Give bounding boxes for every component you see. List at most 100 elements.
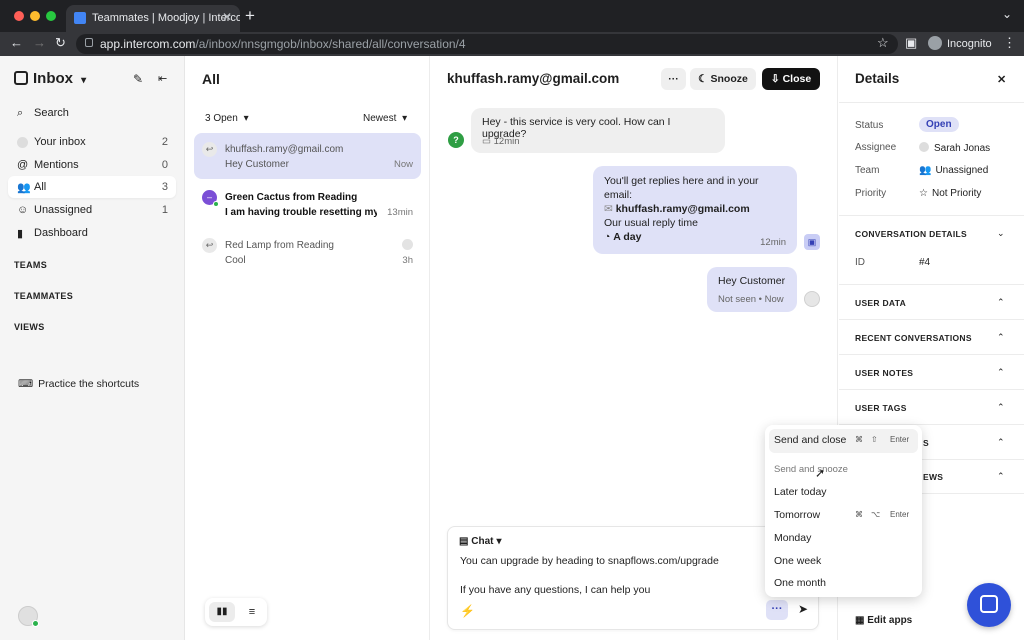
- incognito-indicator[interactable]: Incognito: [928, 36, 992, 50]
- sidebar-item-count: 0: [161, 159, 168, 171]
- browser-tab[interactable]: Teammates | Moodjoy | Intercom ✕: [66, 5, 240, 32]
- chevron-up-icon[interactable]: ⌃: [997, 297, 1005, 308]
- back-arrow-icon[interactable]: ←: [10, 35, 23, 50]
- user-notes-header[interactable]: USER NOTES: [855, 368, 913, 378]
- window-maximize-button[interactable]: [46, 11, 56, 21]
- user-avatar[interactable]: [18, 606, 39, 627]
- browser-menu-icon[interactable]: ⋮: [1003, 35, 1016, 51]
- snooze-option-one-week[interactable]: One week: [774, 555, 821, 567]
- sidebar-item-all[interactable]: 👥 All 3: [8, 176, 176, 198]
- inbox-switcher[interactable]: Inbox ▾: [14, 70, 86, 87]
- send-and-close-option[interactable]: Send and close: [774, 434, 846, 446]
- browser-tab-bar: Teammates | Moodjoy | Intercom ✕ + ⌄: [0, 0, 1024, 32]
- close-tray-icon: ⇩: [770, 73, 783, 85]
- snooze-option-tomorrow[interactable]: Tomorrow: [774, 509, 820, 521]
- list-item[interactable]: ↩ khuffash.ramy@gmail.com Hey Customer N…: [194, 133, 421, 179]
- practice-shortcuts-link[interactable]: ⌨ Practice the shortcuts: [18, 378, 139, 390]
- snooze-option-monday[interactable]: Monday: [774, 532, 811, 544]
- priority-value[interactable]: ☆ Not Priority: [919, 188, 981, 199]
- sidebar-section-views[interactable]: VIEWS: [14, 322, 45, 332]
- reply-composer[interactable]: ▤ Chat ▾ You can upgrade by heading to sn…: [447, 526, 819, 630]
- close-icon[interactable]: ✕: [997, 73, 1006, 86]
- list-view-icon[interactable]: ≡: [241, 602, 263, 622]
- chevron-up-icon[interactable]: ⌃: [997, 402, 1005, 413]
- new-tab-icon[interactable]: +: [245, 6, 255, 26]
- sidebar-section-teams[interactable]: TEAMS: [14, 260, 47, 270]
- sidebar-item-unassigned[interactable]: ☺ Unassigned 1: [8, 199, 176, 221]
- reply-icon: ↩: [202, 142, 217, 157]
- customer-avatar[interactable]: ?: [448, 132, 464, 148]
- snooze-button[interactable]: ☾ Snooze: [690, 68, 756, 90]
- sidebar-section-teammates[interactable]: TEAMMATES: [14, 291, 73, 301]
- intercom-app: Inbox ▾ ✎ ⇤ ⌕ Search Your inbox 2 @ Ment…: [0, 56, 1024, 640]
- tab-menu-chevron-icon[interactable]: ⌄: [1002, 7, 1012, 21]
- lightning-icon[interactable]: ⚡: [460, 604, 475, 618]
- list-item[interactable]: ↩ Red Lamp from Reading Cool 3h: [194, 229, 421, 275]
- messenger-launcher-button[interactable]: [967, 583, 1011, 627]
- url-path: /a/inbox/nnsgmgob/inbox/shared/all/conve…: [195, 37, 466, 51]
- sidebar-item-label: Unassigned: [34, 204, 93, 216]
- conversation-details-header[interactable]: CONVERSATION DETAILS: [855, 229, 967, 239]
- chevron-up-icon[interactable]: ⌃: [997, 367, 1005, 378]
- conversation-name: khuffash.ramy@gmail.com: [225, 144, 344, 155]
- list-item[interactable]: – Green Cactus from Reading I am having …: [194, 181, 421, 227]
- sidebar-item-mentions[interactable]: @ Mentions 0: [8, 154, 176, 176]
- send-options-button[interactable]: ···: [766, 600, 788, 620]
- split-view-icon[interactable]: ▮▮: [209, 602, 235, 622]
- more-options-button[interactable]: ···: [661, 68, 686, 90]
- sidebar-item-dashboard[interactable]: ▮ Dashboard: [8, 222, 176, 244]
- incognito-icon: [928, 36, 942, 50]
- forward-arrow-icon[interactable]: →: [33, 35, 46, 50]
- message-email-value: khuffash.ramy@gmail.com: [615, 203, 750, 215]
- chevron-up-icon[interactable]: ⌃: [997, 471, 1005, 482]
- status-label: Status: [855, 120, 884, 131]
- divider: [839, 319, 1024, 320]
- partial-section-header[interactable]: EWS: [923, 472, 943, 482]
- sidebar-item-your-inbox[interactable]: Your inbox 2: [8, 131, 176, 153]
- mouse-cursor-icon: ➚: [815, 466, 826, 480]
- message-meta: Not seen • Now: [718, 294, 784, 305]
- online-status-icon: [32, 620, 39, 627]
- sidebar-item-search[interactable]: ⌕ Search: [8, 102, 176, 124]
- sort-dropdown[interactable]: Newest ▾: [363, 113, 407, 124]
- people-icon: 👥: [919, 165, 932, 176]
- chevron-up-icon[interactable]: ⌃: [997, 332, 1005, 343]
- window-minimize-button[interactable]: [30, 11, 40, 21]
- inbox-sidebar: Inbox ▾ ✎ ⇤ ⌕ Search Your inbox 2 @ Ment…: [0, 56, 185, 640]
- snooze-option-later-today[interactable]: Later today: [774, 486, 827, 498]
- moon-icon: ☾: [698, 73, 711, 85]
- teammate-avatar[interactable]: [804, 291, 820, 307]
- reload-icon[interactable]: ↻: [55, 35, 66, 51]
- composer-line[interactable]: You can upgrade by heading to snapflows.…: [460, 555, 719, 567]
- send-icon[interactable]: ➤: [798, 602, 808, 616]
- conversation-preview: Cool: [225, 255, 246, 266]
- snooze-option-one-month[interactable]: One month: [774, 577, 826, 589]
- assignee-value[interactable]: Sarah Jonas: [919, 142, 990, 154]
- bookmark-star-icon[interactable]: ☆: [877, 35, 889, 51]
- close-label: Close: [782, 73, 812, 85]
- sidebar-item-count: 1: [161, 204, 168, 216]
- close-conversation-button[interactable]: ⇩ Close: [762, 68, 820, 90]
- partial-section-header[interactable]: S: [923, 438, 929, 448]
- mail-icon: ✉: [604, 203, 616, 215]
- composer-line[interactable]: If you have any questions, I can help yo…: [460, 584, 650, 596]
- reply-type-dropdown[interactable]: ▤ Chat ▾: [459, 536, 502, 547]
- window-close-button[interactable]: [14, 11, 24, 21]
- chevron-down-icon[interactable]: ⌄: [997, 228, 1005, 239]
- id-value: #4: [919, 257, 931, 268]
- chevron-up-icon[interactable]: ⌃: [997, 437, 1005, 448]
- team-value[interactable]: 👥 Unassigned: [919, 165, 988, 176]
- user-data-header[interactable]: USER DATA: [855, 298, 906, 308]
- edit-apps-button[interactable]: ▦ Edit apps: [855, 615, 912, 626]
- open-filter-dropdown[interactable]: 3 Open ▾: [205, 113, 249, 124]
- collapse-sidebar-icon[interactable]: ⇤: [158, 72, 167, 85]
- tab-close-icon[interactable]: ✕: [222, 10, 232, 24]
- url-field[interactable]: app.intercom.com/a/inbox/nnsgmgob/inbox/…: [76, 34, 898, 54]
- user-tags-header[interactable]: USER TAGS: [855, 403, 907, 413]
- status-badge[interactable]: Open: [919, 117, 959, 132]
- compose-icon[interactable]: ✎: [133, 72, 143, 86]
- recent-conversations-header[interactable]: RECENT CONVERSATIONS: [855, 333, 972, 343]
- sidepanel-icon[interactable]: ▣: [905, 35, 917, 51]
- conversation-list-title: All: [202, 71, 220, 87]
- bot-message: You'll get replies here and in your emai…: [593, 166, 797, 254]
